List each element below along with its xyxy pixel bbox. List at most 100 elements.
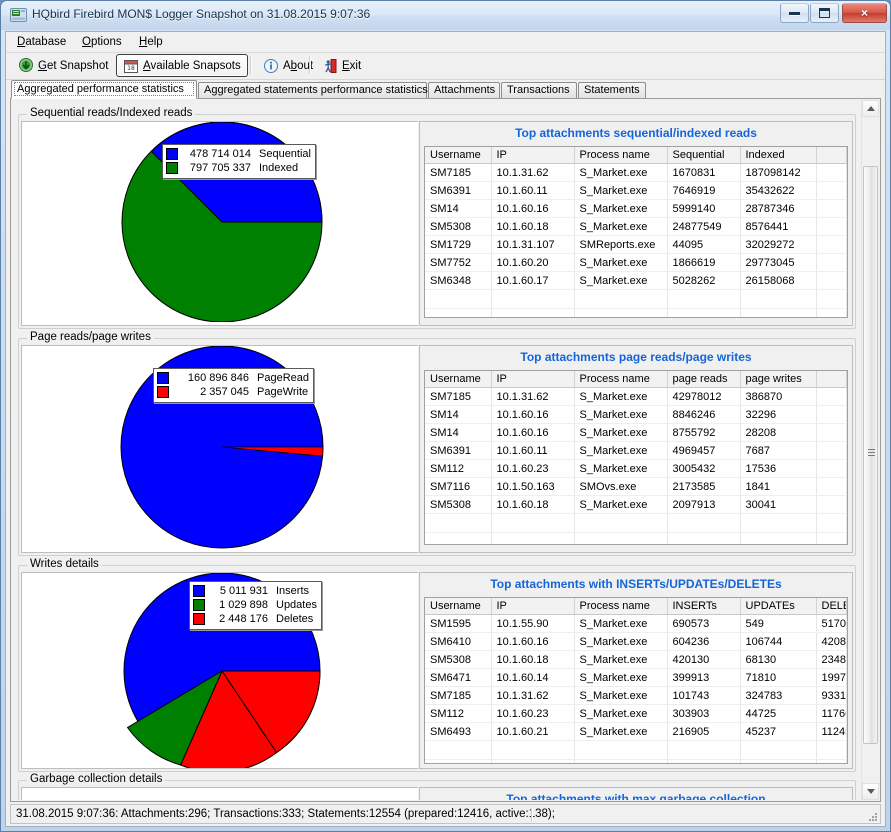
table-cell[interactable] <box>425 290 491 309</box>
table-row[interactable]: SM649310.1.60.21S_Market.exe216905452371… <box>425 723 847 741</box>
table-cell[interactable] <box>816 424 847 442</box>
table-cell[interactable]: S_Market.exe <box>574 669 667 687</box>
table-cell[interactable]: 8846246 <box>667 406 740 424</box>
table-cell[interactable] <box>816 496 847 514</box>
table-cell[interactable]: 10.1.60.18 <box>491 218 574 236</box>
table-cell[interactable] <box>574 514 667 533</box>
table-row[interactable]: SM641010.1.60.16S_Market.exe604236106744… <box>425 633 847 651</box>
table-cell[interactable]: 386870 <box>740 388 816 406</box>
table-cell[interactable]: 10.1.31.62 <box>491 164 574 182</box>
table-cell[interactable]: SM1595 <box>425 615 491 633</box>
table-cell[interactable]: S_Market.exe <box>574 460 667 478</box>
table-cell[interactable]: SM6410 <box>425 633 491 651</box>
table-cell[interactable]: SM112 <box>425 460 491 478</box>
table-cell[interactable]: SM7185 <box>425 687 491 705</box>
table-row[interactable]: SM1410.1.60.16S_Market.exe884624632296 <box>425 406 847 424</box>
table-cell[interactable]: 10.1.31.107 <box>491 236 574 254</box>
table-cell[interactable] <box>816 388 847 406</box>
col-ip[interactable]: IP <box>491 147 574 164</box>
resize-grip-icon[interactable] <box>866 810 878 822</box>
table-cell[interactable] <box>816 200 847 218</box>
table-row[interactable]: SM172910.1.31.107SMReports.exe4409532029… <box>425 236 847 254</box>
table-cell[interactable]: SM112 <box>425 705 491 723</box>
table-row[interactable]: SM647110.1.60.14S_Market.exe399913718101… <box>425 669 847 687</box>
table-cell[interactable]: S_Market.exe <box>574 723 667 741</box>
table-cell[interactable]: 216905 <box>667 723 740 741</box>
table-cell[interactable]: 10.1.60.16 <box>491 633 574 651</box>
table-cell[interactable]: 44725 <box>740 705 816 723</box>
table-cell[interactable]: SMReports.exe <box>574 236 667 254</box>
table-cell[interactable]: 44095 <box>667 236 740 254</box>
table-cell[interactable] <box>816 442 847 460</box>
scroll-thumb[interactable] <box>863 166 878 744</box>
table-cell[interactable]: 10.1.60.23 <box>491 705 574 723</box>
table-cell[interactable]: 10.1.60.14 <box>491 669 574 687</box>
table-cell[interactable] <box>425 760 491 765</box>
table-cell[interactable] <box>491 309 574 319</box>
title-bar[interactable]: HQbird Firebird MON$ Logger Snapshot on … <box>1 1 890 30</box>
table-cell[interactable]: 112458 <box>816 723 847 741</box>
vertical-scrollbar[interactable] <box>861 100 879 800</box>
table-row[interactable]: SM718510.1.31.62S_Market.exe101743324783… <box>425 687 847 705</box>
table-cell[interactable] <box>740 514 816 533</box>
table-cell[interactable]: 549 <box>740 615 816 633</box>
scroll-up-arrow[interactable] <box>862 100 879 117</box>
table-cell[interactable] <box>667 514 740 533</box>
available-snapshots-button[interactable]: 18 Available Snapsots <box>116 54 248 77</box>
table-cell[interactable] <box>425 309 491 319</box>
table-cell[interactable] <box>816 406 847 424</box>
minimize-button[interactable] <box>780 3 809 23</box>
table-cell[interactable]: 10.1.31.62 <box>491 687 574 705</box>
table-cell[interactable] <box>816 760 847 765</box>
table-cell[interactable]: SM5308 <box>425 651 491 669</box>
scroll-down-arrow[interactable] <box>862 783 879 800</box>
table-cell[interactable]: SM14 <box>425 424 491 442</box>
table-cell[interactable]: 106744 <box>740 633 816 651</box>
table-cell[interactable] <box>740 290 816 309</box>
tab-aggregated-performance-statistics[interactable]: Aggregated performance statistics <box>11 80 197 99</box>
table-cell[interactable]: S_Market.exe <box>574 200 667 218</box>
table-cell[interactable]: 93314 <box>816 687 847 705</box>
col-deletes[interactable]: DELETEs <box>816 598 847 615</box>
table-cell[interactable] <box>574 760 667 765</box>
table-cell[interactable] <box>667 290 740 309</box>
table-cell[interactable]: 7687 <box>740 442 816 460</box>
table-cell[interactable]: 42978012 <box>667 388 740 406</box>
col-page-writes[interactable]: page writes <box>740 371 816 388</box>
table-cell[interactable]: 10.1.60.16 <box>491 424 574 442</box>
get-snapshot-button[interactable]: Get Snapshot <box>11 54 115 77</box>
table-row[interactable]: SM775210.1.60.20S_Market.exe186661929773… <box>425 254 847 272</box>
col-filler[interactable] <box>816 371 847 388</box>
table-cell[interactable] <box>740 533 816 546</box>
table-row[interactable] <box>425 290 847 309</box>
table-cell[interactable]: 26158068 <box>740 272 816 290</box>
table-cell[interactable] <box>816 254 847 272</box>
table-cell[interactable]: S_Market.exe <box>574 651 667 669</box>
table-cell[interactable]: S_Market.exe <box>574 182 667 200</box>
table-cell[interactable] <box>816 741 847 760</box>
table-cell[interactable] <box>816 164 847 182</box>
table-cell[interactable] <box>574 309 667 319</box>
table-cell[interactable]: S_Market.exe <box>574 272 667 290</box>
col-sequential[interactable]: Sequential <box>667 147 740 164</box>
col-process-name[interactable]: Process name <box>574 371 667 388</box>
table-cell[interactable] <box>667 533 740 546</box>
col-inserts[interactable]: INSERTs <box>667 598 740 615</box>
table-cell[interactable] <box>491 514 574 533</box>
table-cell[interactable]: 8576441 <box>740 218 816 236</box>
col-updates[interactable]: UPDATEs <box>740 598 816 615</box>
col-filler[interactable] <box>816 147 847 164</box>
table-cell[interactable] <box>816 309 847 319</box>
table-cell[interactable] <box>816 182 847 200</box>
table-cell[interactable]: 420130 <box>667 651 740 669</box>
table-cell[interactable]: SM6493 <box>425 723 491 741</box>
table-cell[interactable]: S_Market.exe <box>574 164 667 182</box>
table-cell[interactable]: SM7116 <box>425 478 491 496</box>
table-row[interactable]: SM639110.1.60.11S_Market.exe764691935432… <box>425 182 847 200</box>
table-cell[interactable] <box>816 514 847 533</box>
table-row[interactable]: SM530810.1.60.18S_Market.exe248775498576… <box>425 218 847 236</box>
tab-transactions[interactable]: Transactions <box>501 82 577 98</box>
table-cell[interactable]: 10.1.60.20 <box>491 254 574 272</box>
table-cell[interactable] <box>816 290 847 309</box>
table-cell[interactable]: 10.1.31.62 <box>491 388 574 406</box>
